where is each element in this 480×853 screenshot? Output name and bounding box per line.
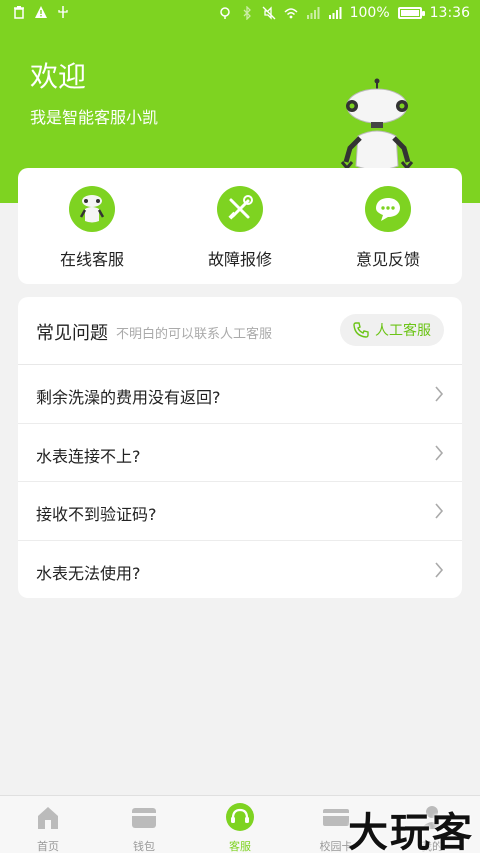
headset-icon [226, 803, 254, 831]
tab-home[interactable]: 首页 [0, 796, 96, 853]
chevron-right-icon [435, 444, 444, 461]
welcome-title: 欢迎 [30, 60, 87, 93]
human-support-label: 人工客服 [375, 323, 431, 339]
signal-icon [306, 7, 320, 19]
phone-icon [353, 322, 369, 338]
wallet-icon [132, 808, 156, 828]
warning-icon [35, 6, 47, 18]
watermark-logo: 大玩客 [348, 810, 474, 853]
location-icon [219, 7, 230, 19]
signal-2-icon [328, 7, 342, 19]
faq-title: 常见问题 [36, 323, 108, 344]
welcome-subtitle: 我是智能客服小凯 [30, 108, 159, 127]
tab-label: 客服 [229, 840, 251, 853]
service-repair[interactable]: 故障报修 [180, 186, 300, 284]
mute-icon [262, 6, 276, 20]
faq-card: 常见问题 不明白的可以联系人工客服 人工客服 剩余洗澡的费用没有返回? 水表连接… [18, 297, 462, 598]
tab-support[interactable]: 客服 [192, 796, 288, 853]
home-icon [38, 807, 58, 829]
faq-item[interactable]: 接收不到验证码? [18, 482, 462, 541]
service-label: 故障报修 [207, 250, 272, 269]
faq-item[interactable]: 水表连接不上? [18, 424, 462, 482]
tools-icon [217, 186, 263, 232]
chat-bubble-icon [365, 186, 411, 232]
faq-header: 常见问题 不明白的可以联系人工客服 人工客服 [18, 297, 462, 365]
bluetooth-icon [243, 6, 251, 20]
chevron-right-icon [435, 386, 444, 402]
battery-percent: 100% [349, 5, 390, 21]
robot-icon [69, 186, 115, 232]
tab-label: 首页 [37, 840, 59, 853]
chevron-right-icon [435, 561, 444, 578]
chevron-right-icon [435, 503, 444, 519]
service-feedback[interactable]: 意见反馈 [328, 186, 448, 284]
faq-question: 水表连接不上? [36, 446, 141, 466]
service-label: 意见反馈 [355, 250, 420, 269]
robot-mascot-icon [340, 78, 414, 171]
status-bar: 100% 13:36 [0, 0, 480, 28]
faq-question: 水表无法使用? [36, 563, 141, 583]
human-support-button[interactable]: 人工客服 [340, 314, 444, 346]
service-online-support[interactable]: 在线客服 [32, 186, 152, 284]
wifi-icon [284, 8, 298, 19]
faq-question: 剩余洗澡的费用没有返回? [36, 388, 221, 407]
usb-icon [58, 6, 68, 18]
faq-hint: 不明白的可以联系人工客服 [116, 327, 273, 342]
faq-item[interactable]: 水表无法使用? [18, 541, 462, 600]
tab-wallet[interactable]: 钱包 [96, 796, 192, 853]
faq-question: 接收不到验证码? [36, 505, 157, 524]
battery-icon [397, 7, 425, 19]
clock: 13:36 [429, 5, 470, 21]
trash-icon [14, 6, 24, 19]
tab-label: 钱包 [133, 840, 155, 853]
service-card: 在线客服 故障报修 意见反馈 [18, 168, 462, 284]
faq-item[interactable]: 剩余洗澡的费用没有返回? [18, 365, 462, 424]
service-label: 在线客服 [59, 250, 124, 269]
